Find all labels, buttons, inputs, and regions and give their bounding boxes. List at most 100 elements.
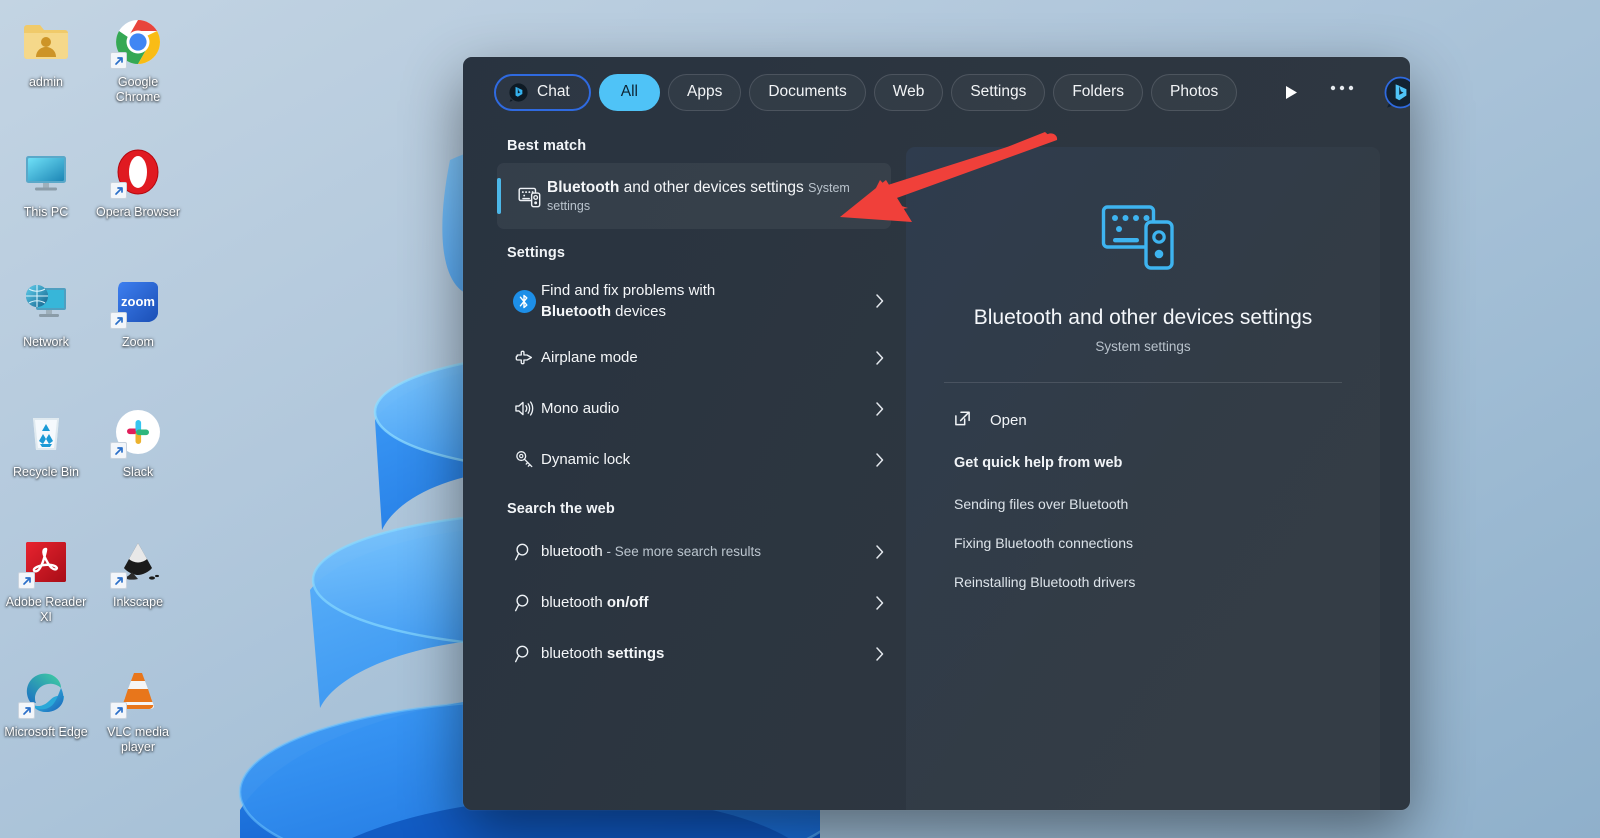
tab-apps[interactable]: Apps xyxy=(667,73,742,111)
desktop-icon-label: VLC media player xyxy=(107,725,169,754)
recycle-bin-icon xyxy=(20,406,72,458)
desktop-icon-network[interactable]: Network xyxy=(0,270,92,400)
shortcut-arrow-badge xyxy=(18,572,35,589)
desktop-icon-adobe-reader[interactable]: Adobe Reader XI xyxy=(0,530,92,660)
bluetooth-devices-large-icon xyxy=(940,189,1346,285)
desktop-icon-label: This PC xyxy=(23,205,69,219)
tab-label: Settings xyxy=(970,83,1027,100)
search-icon xyxy=(507,593,541,613)
svg-text:zoom: zoom xyxy=(121,294,155,309)
desktop-icon-label: Inkscape xyxy=(112,595,164,609)
chevron-right-icon xyxy=(869,401,891,416)
tab-chat[interactable]: Chat xyxy=(494,73,591,111)
microsoft-edge-icon xyxy=(18,666,72,719)
open-button[interactable]: Open xyxy=(954,403,1342,437)
search-panel-body: Best match Bluetooth and other devices s… xyxy=(463,127,1410,810)
chevron-right-icon xyxy=(869,646,891,661)
search-icon xyxy=(507,542,541,562)
desktop-icon-inkscape[interactable]: Inkscape xyxy=(92,530,184,660)
tab-settings[interactable]: Settings xyxy=(951,73,1046,111)
settings-result-title: Mono audio xyxy=(541,400,620,417)
tab-folders[interactable]: Folders xyxy=(1053,73,1144,111)
shortcut-arrow-badge xyxy=(110,442,127,459)
network-globe-monitor-icon xyxy=(20,276,72,328)
help-link-fixing-connections[interactable]: Fixing Bluetooth connections xyxy=(954,535,1342,551)
desktop-icon-slack[interactable]: Slack xyxy=(92,400,184,530)
section-header-best-match: Best match xyxy=(507,138,587,154)
web-result-bluetooth-settings[interactable]: bluetooth settings xyxy=(497,628,891,679)
preview-title: Bluetooth and other devices settings xyxy=(973,306,1313,329)
web-result-title: bluetooth - See more search results xyxy=(541,543,761,560)
shortcut-arrow-badge xyxy=(110,52,127,69)
search-results-column: Best match Bluetooth and other devices s… xyxy=(463,127,909,810)
help-link-sending-files[interactable]: Sending files over Bluetooth xyxy=(954,496,1342,512)
open-external-icon xyxy=(954,410,971,431)
desktop-icon-label: Zoom xyxy=(122,335,154,349)
desktop-icon-google-chrome[interactable]: Google Chrome xyxy=(92,10,184,140)
tab-web[interactable]: Web xyxy=(873,73,944,111)
airplane-icon xyxy=(507,347,541,368)
desktop-icon-microsoft-edge[interactable]: Microsoft Edge xyxy=(0,660,92,790)
chevron-right-icon xyxy=(869,294,891,308)
tab-label: All xyxy=(620,83,638,100)
zoom-app-icon: zoom xyxy=(110,276,164,329)
desktop-icon-admin[interactable]: admin xyxy=(0,10,92,140)
desktop-icon-zoom[interactable]: zoom Zoom xyxy=(92,270,184,400)
best-match-result-row[interactable]: Bluetooth and other devices settings Sys… xyxy=(497,163,891,229)
settings-result-dynamic-lock[interactable]: Dynamic lock xyxy=(497,434,891,485)
web-result-query: bluetooth xyxy=(541,645,607,662)
tab-label: Folders xyxy=(1072,83,1125,100)
bluetooth-badge-icon xyxy=(507,289,541,313)
bing-chat-avatar-icon[interactable] xyxy=(1384,75,1410,109)
chevron-right-icon xyxy=(869,595,891,610)
tab-label: Apps xyxy=(686,83,723,100)
desktop-icon-vlc-media-player[interactable]: VLC media player xyxy=(92,660,184,790)
search-filter-tabs: Chat All Apps Documents Web Settings Fol… xyxy=(463,57,1410,127)
settings-result-line1: Find and fix problems with xyxy=(541,282,716,299)
web-result-bluetooth-on-off[interactable]: bluetooth on/off xyxy=(497,577,891,628)
desktop-icon-this-pc[interactable]: This PC xyxy=(0,140,92,270)
web-result-see-more[interactable]: bluetooth - See more search results xyxy=(497,526,891,577)
section-header-search-the-web: Search the web xyxy=(507,501,615,517)
settings-result-mono-audio[interactable]: Mono audio xyxy=(497,383,891,434)
user-folder-icon xyxy=(20,16,72,68)
adobe-reader-icon xyxy=(18,536,72,589)
settings-result-line2-query: Bluetooth xyxy=(541,303,611,320)
settings-result-title: Airplane mode xyxy=(541,349,638,366)
shortcut-arrow-badge xyxy=(110,182,127,199)
web-result-title: bluetooth settings xyxy=(541,645,664,662)
settings-result-line2: Bluetooth devices xyxy=(541,303,666,320)
tab-label: Web xyxy=(892,83,925,100)
web-result-suffix: on/off xyxy=(606,594,649,611)
settings-result-line2-rest: devices xyxy=(610,303,667,320)
tab-documents[interactable]: Documents xyxy=(749,73,866,111)
web-result-query: bluetooth xyxy=(541,594,607,611)
desktop-icon-recycle-bin[interactable]: Recycle Bin xyxy=(0,400,92,530)
best-match-title-query: Bluetooth xyxy=(547,178,620,196)
tab-label: Documents xyxy=(768,83,847,100)
chevron-right-icon xyxy=(869,452,891,467)
vlc-cone-icon xyxy=(110,666,164,719)
chevron-right-icon xyxy=(869,350,891,365)
shortcut-arrow-badge xyxy=(110,312,127,329)
web-result-query: bluetooth xyxy=(541,543,603,560)
settings-result-airplane-mode[interactable]: Airplane mode xyxy=(497,332,891,383)
shortcut-arrow-badge xyxy=(110,702,127,719)
settings-result-find-and-fix[interactable]: Find and fix problems with Bluetooth dev… xyxy=(497,270,891,332)
help-link-reinstalling-drivers[interactable]: Reinstalling Bluetooth drivers xyxy=(954,574,1342,590)
windows-search-panel: Chat All Apps Documents Web Settings Fol… xyxy=(463,57,1410,810)
play-triangle-icon[interactable] xyxy=(1285,79,1298,105)
desktop-icon-label: Opera Browser xyxy=(95,205,181,219)
tab-photos[interactable]: Photos xyxy=(1151,73,1238,111)
google-chrome-icon xyxy=(110,16,164,69)
tab-all[interactable]: All xyxy=(598,73,660,111)
ellipsis-icon[interactable] xyxy=(1330,79,1354,105)
web-result-suffix: - See more search results xyxy=(602,544,762,559)
best-match-title: Bluetooth and other devices settings xyxy=(547,179,804,196)
chevron-right-icon xyxy=(869,544,891,559)
desktop-icon-label: Slack xyxy=(122,465,154,479)
desktop-icon-grid: admin Google Chrome This PC Opera Browse… xyxy=(0,0,190,790)
web-result-suffix: settings xyxy=(606,645,665,662)
desktop-icon-label: Google Chrome xyxy=(115,75,161,104)
desktop-icon-opera-browser[interactable]: Opera Browser xyxy=(92,140,184,270)
